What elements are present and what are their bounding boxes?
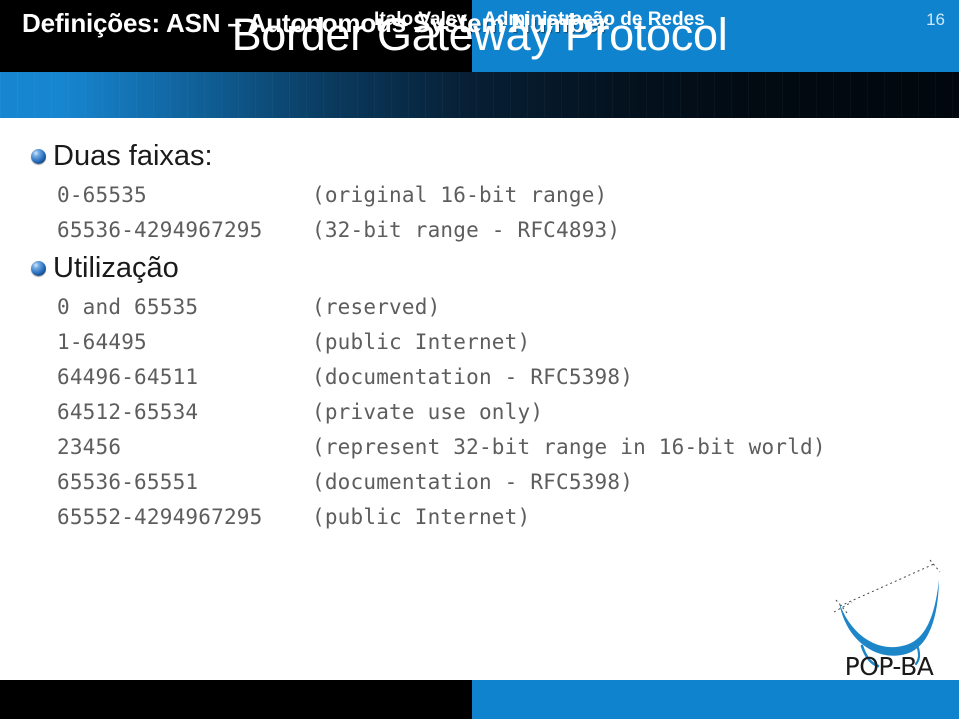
range-note: (32-bit range - RFC4893)	[312, 218, 621, 242]
range-value: 64496-64511	[57, 365, 199, 389]
range-note: (public Internet)	[312, 330, 531, 354]
footer-accent-block	[472, 680, 959, 719]
range-list-duas-faixas: 0-65535 (original 16-bit range) 65536-42…	[0, 178, 959, 248]
range-row: 65536-65551 (documentation - RFC5398)	[57, 465, 959, 500]
range-value: 1-64495	[57, 330, 147, 354]
presentation-slide: Border Gateway Protocol Definições: ASN …	[0, 0, 959, 719]
range-value: 23456	[57, 435, 122, 459]
range-row: 64496-64511 (documentation - RFC5398)	[57, 360, 959, 395]
bullet-item-duas-faixas: Duas faixas:	[0, 136, 959, 176]
range-note: (documentation - RFC5398)	[312, 470, 634, 494]
range-note: (public Internet)	[312, 505, 531, 529]
footer-author: Italo Valcy	[374, 8, 467, 30]
range-row: 64512-65534 (private use only)	[57, 395, 959, 430]
slide-title: Border Gateway Protocol	[231, 8, 728, 60]
pop-ba-wordmark: POP-BA	[845, 652, 934, 680]
blue-sphere-bullet-icon	[31, 148, 46, 164]
range-row: 0-65535 (original 16-bit range)	[57, 178, 959, 213]
range-value: 65536-4294967295	[57, 218, 263, 242]
range-value: 65552-4294967295	[57, 505, 263, 529]
bullet-label: Duas faixas:	[53, 139, 213, 172]
subtitle-gridline-texture	[0, 72, 959, 118]
pop-ba-logo: POP-BA	[826, 558, 952, 680]
slide-subtitle-band	[0, 72, 959, 118]
bullet-item-utilizacao: Utilização	[0, 248, 959, 288]
blue-sphere-bullet-icon	[31, 260, 46, 276]
range-row: 23456 (represent 32-bit range in 16-bit …	[57, 430, 959, 465]
range-row: 65552-4294967295 (public Internet)	[57, 500, 959, 535]
footer-page-number: 16	[926, 9, 945, 29]
range-value: 65536-65551	[57, 470, 199, 494]
range-note: (represent 32-bit range in 16-bit world)	[312, 435, 826, 459]
slide-footer-band	[0, 680, 959, 719]
range-row: 65536-4294967295 (32-bit range - RFC4893…	[57, 213, 959, 248]
range-note: (original 16-bit range)	[312, 183, 608, 207]
bullet-label: Utilização	[53, 251, 179, 284]
footer-course-title: Administração de Redes	[483, 8, 705, 30]
range-note: (documentation - RFC5398)	[312, 365, 634, 389]
range-list-utilizacao: 0 and 65535 (reserved) 1-64495 (public I…	[0, 290, 959, 535]
range-value: 0-65535	[57, 183, 147, 207]
range-row: 1-64495 (public Internet)	[57, 325, 959, 360]
range-note: (reserved)	[312, 295, 441, 319]
range-row: 0 and 65535 (reserved)	[57, 290, 959, 325]
range-value: 0 and 65535	[57, 295, 199, 319]
range-note: (private use only)	[312, 400, 544, 424]
slide-content: Duas faixas: 0-65535 (original 16-bit ra…	[0, 118, 959, 680]
range-value: 64512-65534	[57, 400, 199, 424]
